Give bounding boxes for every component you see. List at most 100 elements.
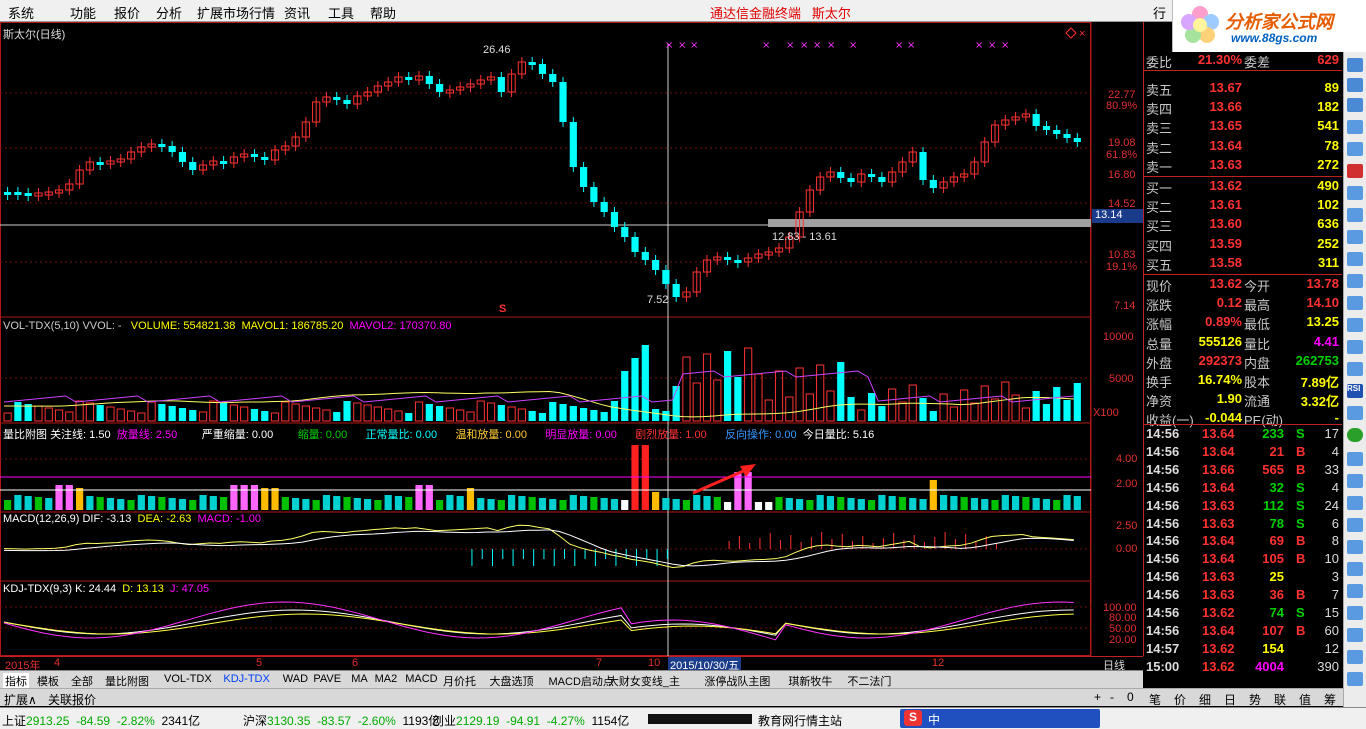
tab-indicator[interactable]: MACD启动点	[549, 673, 614, 689]
window-icon[interactable]	[1347, 274, 1363, 288]
menu-right[interactable]: 行	[1153, 3, 1166, 22]
tab-bottom[interactable]: 值	[1299, 691, 1311, 708]
menu-quote[interactable]: 报价	[114, 3, 140, 22]
tab-indicator[interactable]: PAVE	[313, 673, 341, 685]
tab-bottom[interactable]: 日	[1224, 691, 1236, 708]
axis-label: 10000	[1103, 331, 1134, 343]
volume-bar	[425, 404, 433, 421]
tab-indicator[interactable]: 指标	[3, 673, 29, 689]
date-label: 6	[352, 657, 359, 669]
menu-function[interactable]: 功能	[70, 3, 96, 22]
table-icon[interactable]	[1347, 340, 1363, 354]
tab-indicator[interactable]: 大盘选顶	[490, 673, 534, 689]
sogou-icon[interactable]: S	[904, 710, 922, 726]
ratio-bar	[960, 497, 968, 510]
tab-bottom[interactable]: 笔	[1149, 691, 1161, 708]
zero-icon[interactable]: 0	[1127, 690, 1134, 704]
power-icon[interactable]	[1347, 672, 1363, 686]
index-hs[interactable]: 沪深3130.35 -83.57 -2.60% 1193亿	[243, 712, 440, 729]
axis-label: 16.80	[1108, 169, 1136, 181]
volume-bar	[497, 405, 505, 421]
ratio-bar	[518, 496, 526, 510]
chart-canvas[interactable]: × × × × × × × × × × × × × × ×	[0, 22, 1143, 656]
f10-icon[interactable]	[1347, 208, 1363, 222]
list-icon[interactable]	[1347, 474, 1363, 488]
volume-bar	[75, 400, 84, 422]
volume-ratio-bars	[0, 445, 1091, 510]
tab-indicator[interactable]: MA2	[375, 673, 398, 685]
tab-indicator[interactable]: WAD	[283, 673, 308, 685]
tab-indicator[interactable]: 涨停战队主图	[704, 673, 770, 689]
minus-icon[interactable]: -	[1110, 690, 1114, 704]
ratio-bar	[724, 502, 732, 510]
dollar-icon[interactable]	[1347, 606, 1363, 620]
export-icon[interactable]	[1347, 296, 1363, 310]
news-icon[interactable]	[1347, 540, 1363, 554]
x-marker: ×	[813, 40, 821, 51]
x-marker: ×	[762, 40, 770, 51]
tab-indicator[interactable]: KDJ-TDX	[223, 673, 269, 685]
tab-indicator[interactable]: 大财女变线_主	[608, 673, 680, 689]
info-icon[interactable]	[1347, 452, 1363, 466]
tab-indicator[interactable]: MA	[351, 673, 368, 685]
menu-tools[interactable]: 工具	[328, 3, 354, 22]
menu-help[interactable]: 帮助	[370, 3, 396, 22]
tab-indicator[interactable]: 月价托	[443, 673, 476, 689]
tab-indicator[interactable]: 模板	[37, 673, 59, 689]
diamond-icon	[1065, 27, 1077, 39]
alert-icon[interactable]	[1347, 584, 1363, 598]
settings-icon[interactable]	[1347, 362, 1363, 376]
index-sh[interactable]: 上证2913.25 -84.59 -2.82% 2341亿	[2, 712, 200, 729]
chart-icon[interactable]	[1347, 120, 1363, 134]
line-chart-icon[interactable]	[1347, 142, 1363, 156]
scan-icon[interactable]	[1347, 562, 1363, 576]
candle-down	[528, 62, 536, 65]
rsi-icon[interactable]: RSI	[1347, 384, 1363, 398]
tab-related-quote[interactable]: 关联报价	[48, 691, 96, 708]
tab-bottom[interactable]: 联	[1274, 691, 1286, 708]
menu-analysis[interactable]: 分析	[156, 3, 182, 22]
tab-bottom[interactable]: 价	[1174, 691, 1186, 708]
candle-down	[425, 76, 433, 84]
bars-icon[interactable]	[1347, 252, 1363, 266]
tool-icon[interactable]	[1347, 406, 1363, 420]
bid-row: 买三 13.60 636	[1146, 216, 1339, 235]
globe-icon[interactable]	[1347, 428, 1363, 442]
layout-icon[interactable]	[1347, 318, 1363, 332]
ratio-bar	[96, 497, 104, 510]
help-icon[interactable]	[1347, 628, 1363, 642]
tab-indicator[interactable]: 全部	[71, 673, 93, 689]
candle-icon[interactable]	[1347, 164, 1363, 178]
tab-indicator[interactable]: 不二法门	[847, 673, 891, 689]
server-name[interactable]: 教育网行情主站	[758, 712, 842, 729]
tab-indicator[interactable]: 琪新牧牛	[788, 673, 832, 689]
menu-ext-market[interactable]: 扩展市场行情	[197, 3, 275, 22]
ime-toolbar[interactable]: S 中	[900, 709, 1100, 728]
arrow-down-icon[interactable]	[1347, 98, 1363, 112]
tab-indicator[interactable]: MACD	[405, 673, 437, 685]
tab-bottom[interactable]: 势	[1249, 691, 1261, 708]
menu-system[interactable]: 系统	[8, 3, 34, 22]
tools-icon[interactable]	[1347, 650, 1363, 664]
note-icon[interactable]	[1347, 496, 1363, 510]
chart-area[interactable]: × × × × × × × × × × × × × × × 斯太尔(日线) 26.46 7.52 12.8…	[0, 22, 1143, 656]
arrow-left-icon[interactable]	[1347, 58, 1363, 72]
tab-extend[interactable]: 扩展∧	[4, 691, 37, 708]
price-range-band	[768, 219, 1091, 227]
tab-bottom[interactable]: 筹	[1324, 691, 1336, 708]
ratio-bar	[878, 495, 886, 510]
plus-icon[interactable]: +	[1094, 690, 1101, 704]
calc-icon[interactable]	[1347, 518, 1363, 532]
tab-indicator[interactable]: VOL-TDX	[164, 673, 212, 685]
tab-indicator[interactable]: 量比附图	[105, 673, 149, 689]
kline-icon[interactable]	[1347, 186, 1363, 200]
volume-bar	[1021, 407, 1030, 422]
menu-info[interactable]: 资讯	[284, 3, 310, 22]
volume-bar	[837, 362, 845, 421]
tab-bottom[interactable]: 细	[1199, 691, 1211, 708]
grid-icon[interactable]	[1347, 230, 1363, 244]
ime-mode[interactable]: 中	[928, 711, 940, 728]
axis-label: 80.9%	[1106, 100, 1138, 112]
arrow-up-icon[interactable]	[1347, 78, 1363, 92]
index-cy[interactable]: 创业2129.19 -94.91 -4.27% 1154亿	[432, 712, 629, 729]
